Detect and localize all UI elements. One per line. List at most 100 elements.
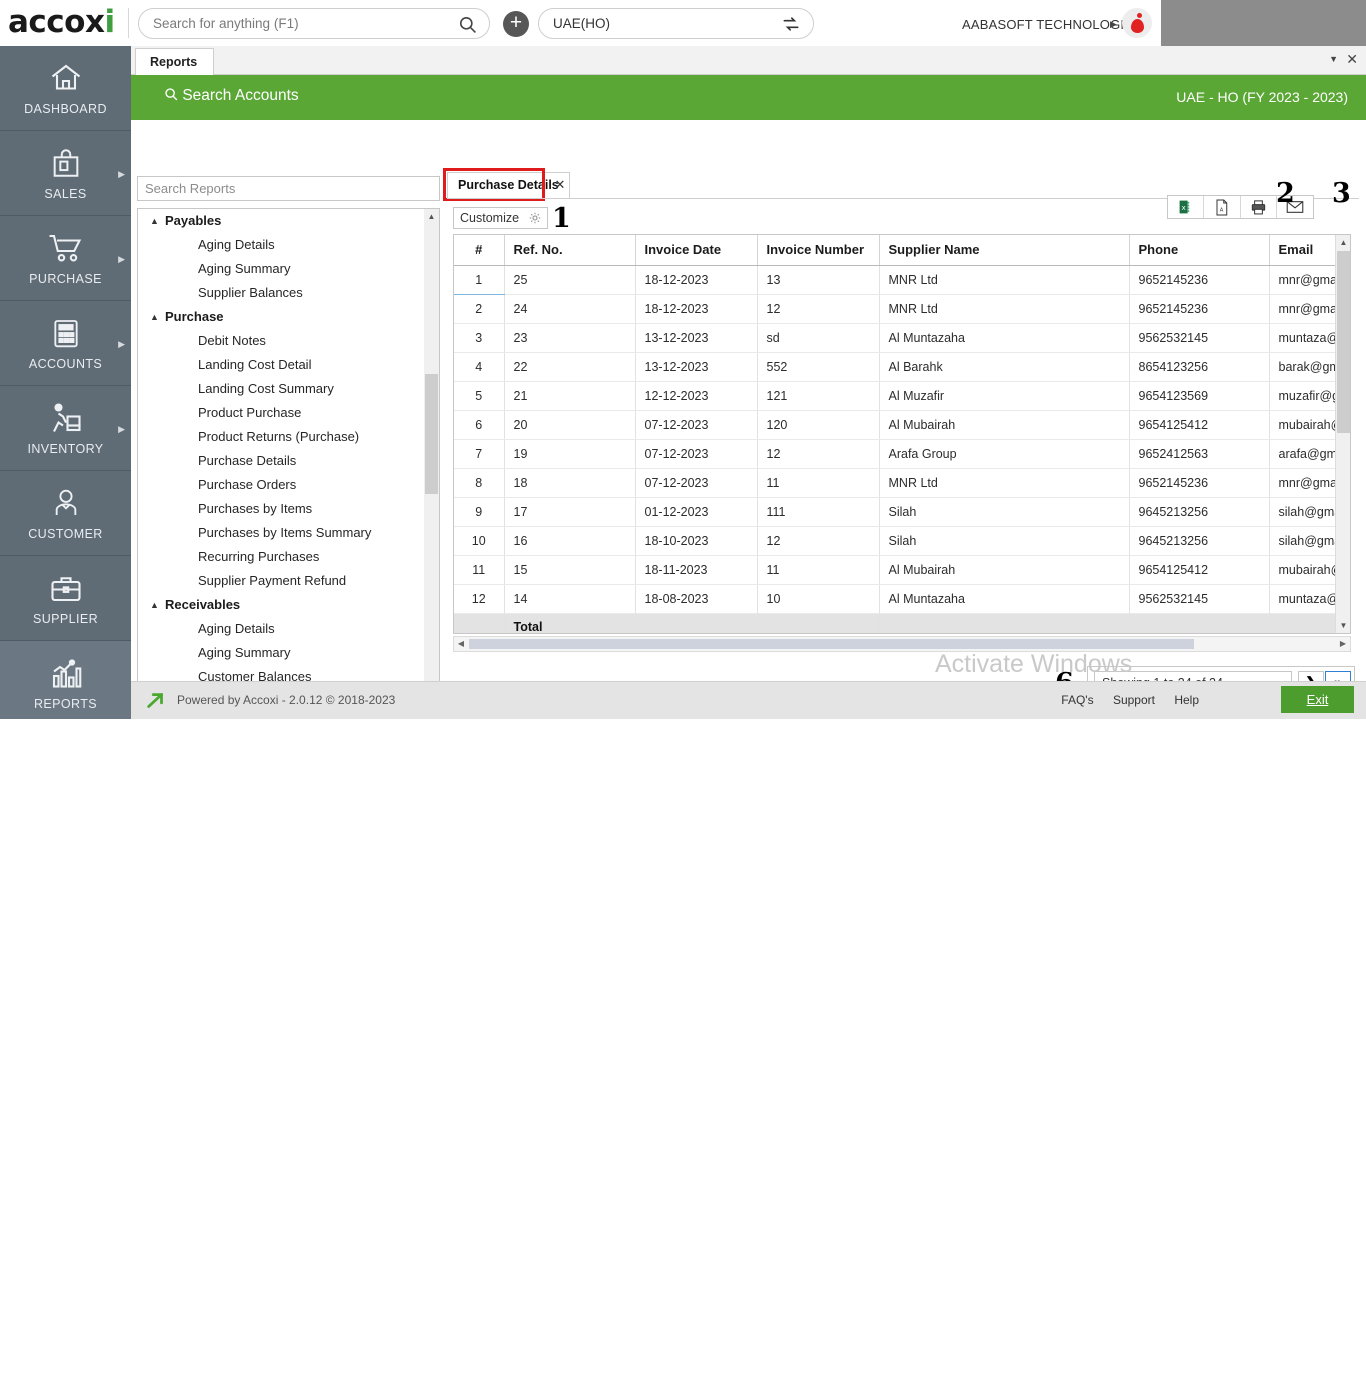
tree-item-recurring-purchases[interactable]: Recurring Purchases <box>138 545 424 569</box>
total-cell <box>1129 613 1270 633</box>
table-row[interactable]: 3 23 13-12-2023 sd Al Muntazaha 9562532145 mun… <box>454 323 1350 353</box>
global-search[interactable] <box>138 8 490 39</box>
tree-item-purchases-by-items-summary[interactable]: Purchases by Items Summary <box>138 521 424 545</box>
exit-button[interactable]: Exit <box>1281 686 1354 713</box>
scroll-right-icon[interactable]: ▶ <box>1336 637 1350 651</box>
table-horizontal-scrollbar[interactable]: ◀ ▶ <box>453 636 1351 652</box>
data-grid: # Ref. No. Invoice Date Invoice Number Suppl… <box>454 235 1350 633</box>
table-row[interactable]: 4 22 13-12-2023 552 Al Barahk 8654123256 barak… <box>454 352 1350 382</box>
scrollbar-thumb[interactable] <box>425 374 438 494</box>
column-header[interactable]: Phone <box>1129 235 1270 266</box>
add-new-button[interactable]: + <box>503 11 529 37</box>
scroll-up-icon[interactable]: ▲ <box>424 209 439 224</box>
chevron-right-icon: ▶ <box>118 254 125 264</box>
help-link[interactable]: Help <box>1174 693 1199 707</box>
scrollbar-thumb[interactable] <box>1337 251 1350 433</box>
sidebar-item-customer[interactable]: CUSTOMER <box>0 471 131 556</box>
chevron-up-icon[interactable]: ▲ <box>150 209 159 233</box>
close-tab-icon[interactable]: ✕ <box>1346 51 1358 68</box>
tree-item-supplier-balances[interactable]: Supplier Balances <box>138 281 424 305</box>
total-cell <box>635 613 758 633</box>
chevron-up-icon[interactable]: ▲ <box>150 593 159 617</box>
table-cell: 6 <box>454 410 505 440</box>
table-row[interactable]: 9 17 01-12-2023 111 Silah 9645213256 silah@gma… <box>454 497 1350 527</box>
search-reports-input[interactable] <box>138 177 439 200</box>
table-row[interactable]: 7 19 07-12-2023 12 Arafa Group 9652412563 araf… <box>454 439 1350 469</box>
tree-item-product-returns-purchase[interactable]: Product Returns (Purchase) <box>138 425 424 449</box>
chevron-right-icon: ▶ <box>118 424 125 434</box>
table-row[interactable]: 5 21 12-12-2023 121 Al Muzafir 9654123569 muza… <box>454 381 1350 411</box>
excel-export-button[interactable]: x <box>1168 196 1205 218</box>
column-header[interactable]: Ref. No. <box>504 235 636 266</box>
table-row[interactable]: 11 15 18-11-2023 11 Al Mubairah 9654125412 mub… <box>454 555 1350 585</box>
table-cell: 18-08-2023 <box>635 584 758 614</box>
branch-selector[interactable]: UAE(HO) <box>538 8 814 39</box>
tree-item-landing-cost-summary[interactable]: Landing Cost Summary <box>138 377 424 401</box>
table-cell: 10 <box>757 584 880 614</box>
scroll-up-icon[interactable]: ▲ <box>1336 235 1350 250</box>
table-row[interactable]: 10 16 18-10-2023 12 Silah 9645213256 silah@gma… <box>454 526 1350 556</box>
table-row[interactable]: 6 20 07-12-2023 120 Al Mubairah 9654125412 mub… <box>454 410 1350 440</box>
reports-tree-scrollbar[interactable]: ▲ ▼ <box>424 209 439 716</box>
search-icon[interactable] <box>458 15 477 39</box>
column-header[interactable]: Supplier Name <box>879 235 1130 266</box>
scroll-down-icon[interactable]: ▼ <box>1336 618 1350 633</box>
customize-button[interactable]: Customize <box>453 207 548 229</box>
sidebar-item-sales[interactable]: SALES ▶ <box>0 131 131 216</box>
search-input[interactable] <box>153 9 453 38</box>
table-row[interactable]: 2 24 18-12-2023 12 MNR Ltd 9652145236 mnr@gmai… <box>454 294 1350 324</box>
support-link[interactable]: Support <box>1113 693 1155 707</box>
gear-icon <box>528 211 542 231</box>
table-cell: 9562532145 <box>1129 584 1270 614</box>
table-row[interactable]: 12 14 18-08-2023 10 Al Muntazaha 9562532145 mu… <box>454 584 1350 614</box>
reports-tree: ▲ Payables Aging Details Aging Summary Suppl… <box>137 208 440 717</box>
tree-item-supplier-payment-refund[interactable]: Supplier Payment Refund <box>138 569 424 593</box>
faq-link[interactable]: FAQ's <box>1061 693 1093 707</box>
sidebar-item-purchase[interactable]: PURCHASE ▶ <box>0 216 131 301</box>
column-header[interactable]: Invoice Date <box>635 235 758 266</box>
tree-item-aging-summary[interactable]: Aging Summary <box>138 641 424 665</box>
sidebar-item-supplier[interactable]: SUPPLIER <box>0 556 131 641</box>
table-vertical-scrollbar[interactable]: ▲ ▼ <box>1335 235 1350 633</box>
tree-item-aging-details[interactable]: Aging Details <box>138 617 424 641</box>
scrollbar-thumb[interactable] <box>469 639 1194 649</box>
close-report-tab-icon[interactable]: ✕ <box>547 177 573 198</box>
sidebar-item-inventory[interactable]: INVENTORY ▶ <box>0 386 131 471</box>
avatar[interactable] <box>1122 8 1152 38</box>
table-cell: 3 <box>454 323 505 353</box>
chevron-up-icon[interactable]: ▲ <box>150 305 159 329</box>
sidebar-item-reports[interactable]: REPORTS <box>0 641 131 726</box>
scroll-left-icon[interactable]: ◀ <box>454 637 468 651</box>
sidebar-item-label: SUPPLIER <box>32 612 99 626</box>
chevron-right-icon[interactable]: ▶ <box>1110 19 1117 30</box>
tree-item-purchase-details[interactable]: Purchase Details <box>138 449 424 473</box>
chevron-down-icon[interactable]: ▼ <box>1329 54 1338 64</box>
tree-item-debit-notes[interactable]: Debit Notes <box>138 329 424 353</box>
switch-branch-icon[interactable] <box>781 14 801 39</box>
column-header[interactable]: Invoice Number <box>757 235 880 266</box>
sidebar-item-accounts[interactable]: ACCOUNTS ▶ <box>0 301 131 386</box>
sidebar-item-dashboard[interactable]: DASHBOARD <box>0 46 131 131</box>
tree-item-product-purchase[interactable]: Product Purchase <box>138 401 424 425</box>
tree-group-payables[interactable]: ▲ Payables <box>138 209 424 233</box>
table-cell: 9652145236 <box>1129 294 1270 324</box>
tree-item-landing-cost-detail[interactable]: Landing Cost Detail <box>138 353 424 377</box>
tree-group-purchase[interactable]: ▲ Purchase <box>138 305 424 329</box>
tab-reports[interactable]: Reports <box>135 48 215 76</box>
column-header[interactable]: # <box>454 235 505 266</box>
search-reports-box[interactable] <box>137 176 440 201</box>
tree-item-aging-summary[interactable]: Aging Summary <box>138 257 424 281</box>
table-row[interactable]: 8 18 07-12-2023 11 MNR Ltd 9652145236 mnr@gmai… <box>454 468 1350 498</box>
pdf-export-button[interactable]: A <box>1204 196 1241 218</box>
logo-divider <box>128 8 129 38</box>
tree-item-aging-details[interactable]: Aging Details <box>138 233 424 257</box>
tree-group-receivables[interactable]: ▲ Receivables <box>138 593 424 617</box>
print-button[interactable] <box>1241 196 1277 218</box>
search-accounts-label[interactable]: Search Accounts <box>164 87 299 105</box>
tree-item-purchases-by-items[interactable]: Purchases by Items <box>138 497 424 521</box>
table-row[interactable]: 1 25 18-12-2023 13 MNR Ltd 9652145236 mnr@gmai… <box>454 265 1350 295</box>
table-cell: Al Mubairah <box>879 410 1130 440</box>
tree-item-purchase-orders[interactable]: Purchase Orders <box>138 473 424 497</box>
table-cell: 9654125412 <box>1129 410 1270 440</box>
table-cell: 18-11-2023 <box>635 555 758 585</box>
